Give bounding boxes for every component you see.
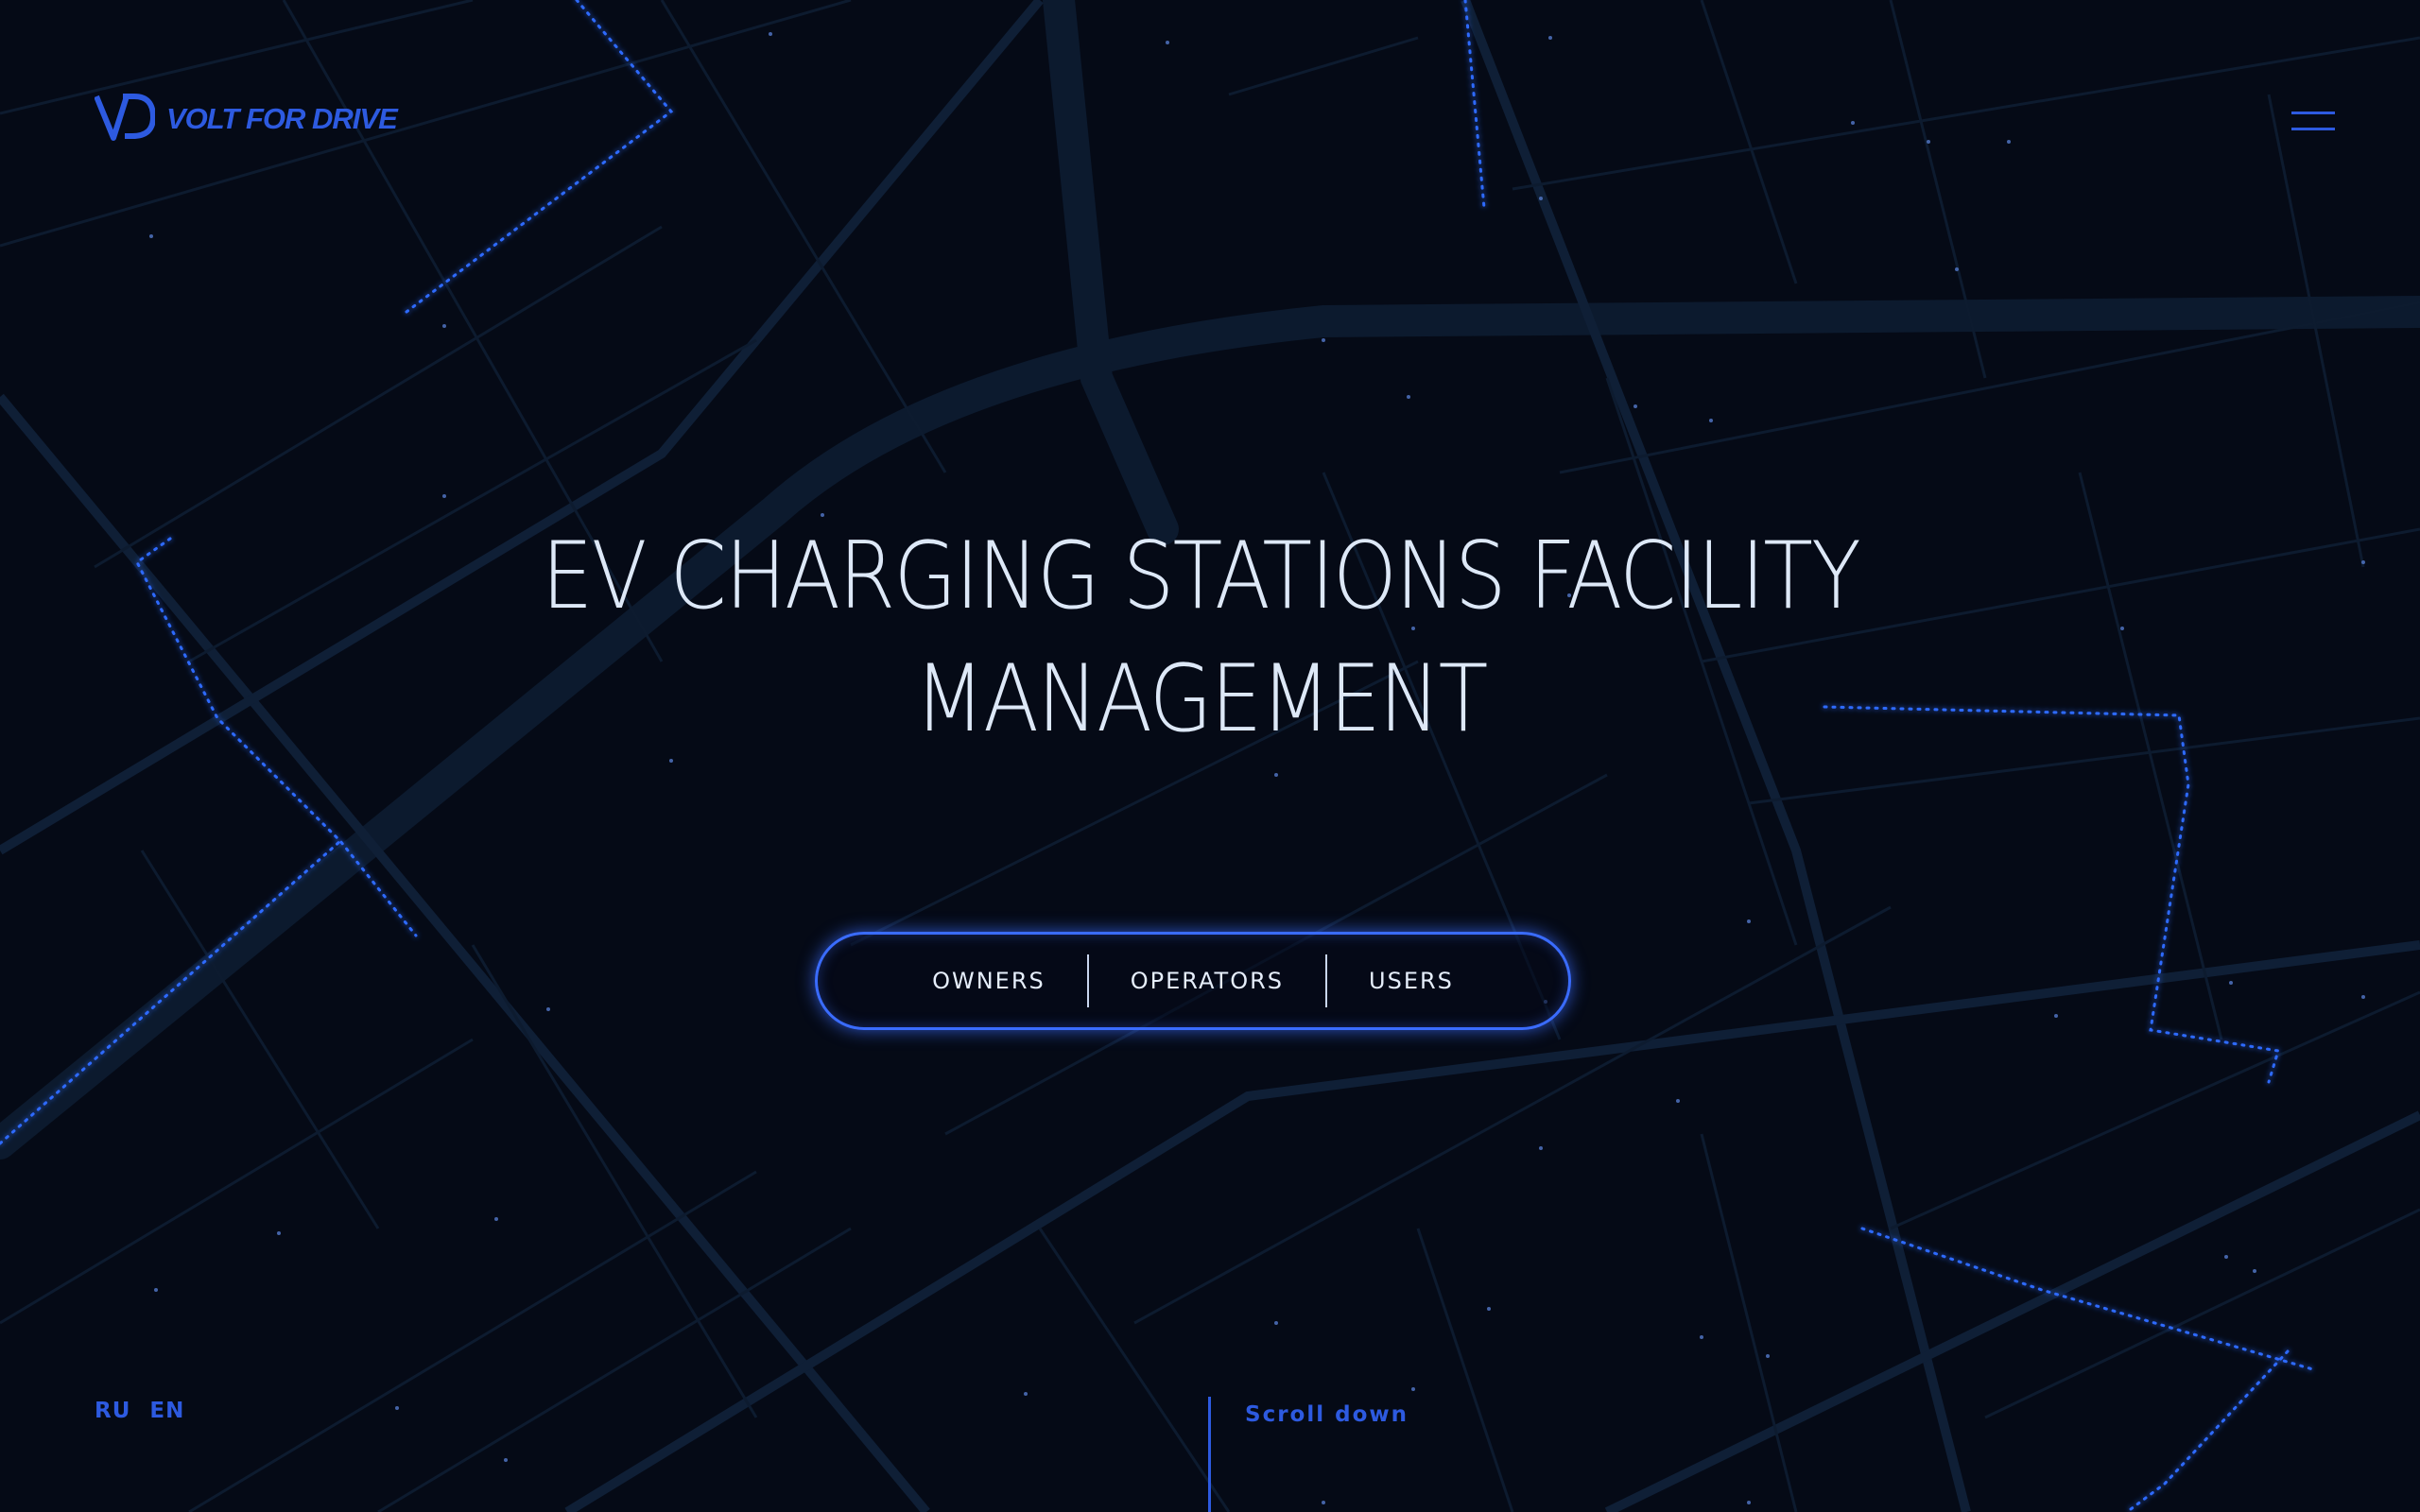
owners-link[interactable]: OWNERS	[890, 968, 1087, 994]
hero-title: EV CHARGING STATIONS FACILITY MANAGEMENT	[460, 515, 1941, 761]
menu-line-bottom	[2291, 128, 2335, 130]
language-en[interactable]: EN	[149, 1399, 184, 1423]
brand-logo[interactable]: VOLT FOR DRIVE	[95, 93, 398, 146]
language-switcher: RU EN	[95, 1399, 184, 1423]
scroll-down-link[interactable]: Scroll down	[1245, 1402, 1409, 1427]
operators-link[interactable]: OPERATORS	[1089, 968, 1325, 994]
audience-switcher: OWNERS OPERATORS USERS	[815, 932, 1571, 1030]
hero-title-line-2: MANAGEMENT	[914, 645, 1488, 753]
users-link[interactable]: USERS	[1327, 968, 1495, 994]
menu-line-top	[2291, 112, 2335, 114]
scroll-indicator-line	[1208, 1397, 1211, 1512]
vd-logo-icon	[95, 93, 155, 146]
hero-title-line-1: EV CHARGING STATIONS FACILITY	[541, 523, 1861, 630]
hamburger-menu-icon[interactable]	[2278, 102, 2335, 140]
language-ru[interactable]: RU	[95, 1399, 130, 1423]
logo-text: VOLT FOR DRIVE	[166, 102, 398, 135]
